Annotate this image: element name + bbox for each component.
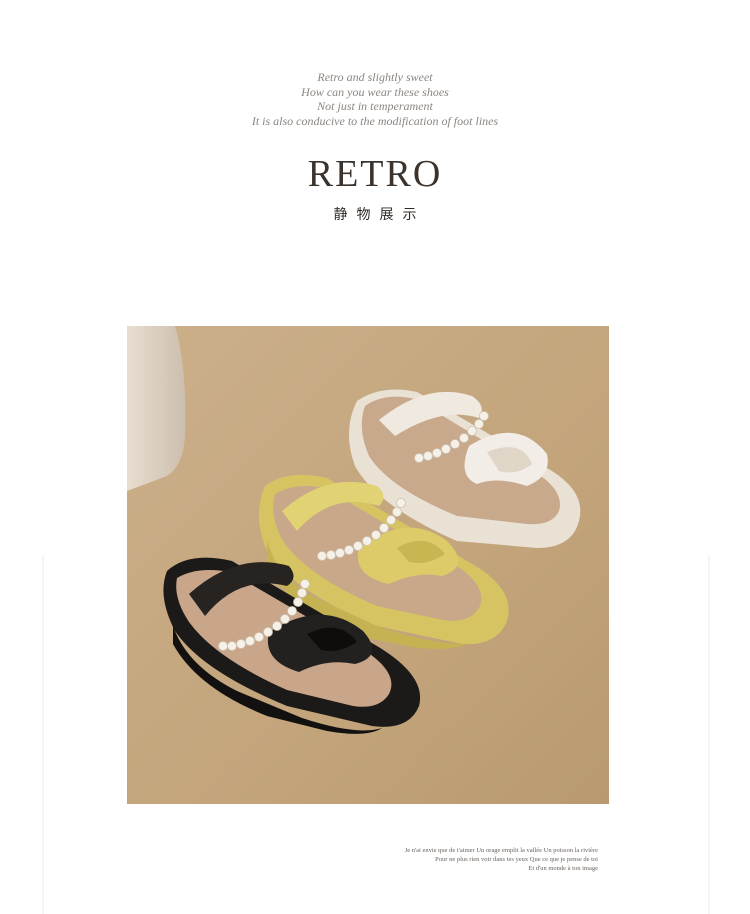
- footnote-line-3: Et d'un monde à ton image: [528, 865, 598, 872]
- vase: [127, 326, 186, 491]
- left-divider: [42, 555, 44, 914]
- page-subtitle: 静物展示: [333, 207, 426, 223]
- intro-line-2: How can you wear these shoes: [301, 84, 449, 99]
- intro-line-4: It is also conducive to the modification…: [251, 113, 499, 128]
- intro-text: Retro and slightly sweet How can you wea…: [0, 70, 750, 128]
- sandals-illustration: [127, 326, 609, 804]
- intro-line-3: Not just in temperament: [317, 99, 433, 113]
- footnote-text: Je n'ai envie que de t'aimer Un orage em…: [405, 846, 598, 873]
- footnote-line-2: Pour ne plus rien voir dans tes yeux Que…: [435, 856, 598, 863]
- intro-line-1: Retro and slightly sweet: [317, 70, 433, 84]
- footnote-line-1: Je n'ai envie que de t'aimer Un orage em…: [404, 847, 598, 854]
- product-photo: [127, 326, 609, 804]
- page-title: RETRO: [307, 153, 443, 195]
- right-divider: [708, 555, 710, 914]
